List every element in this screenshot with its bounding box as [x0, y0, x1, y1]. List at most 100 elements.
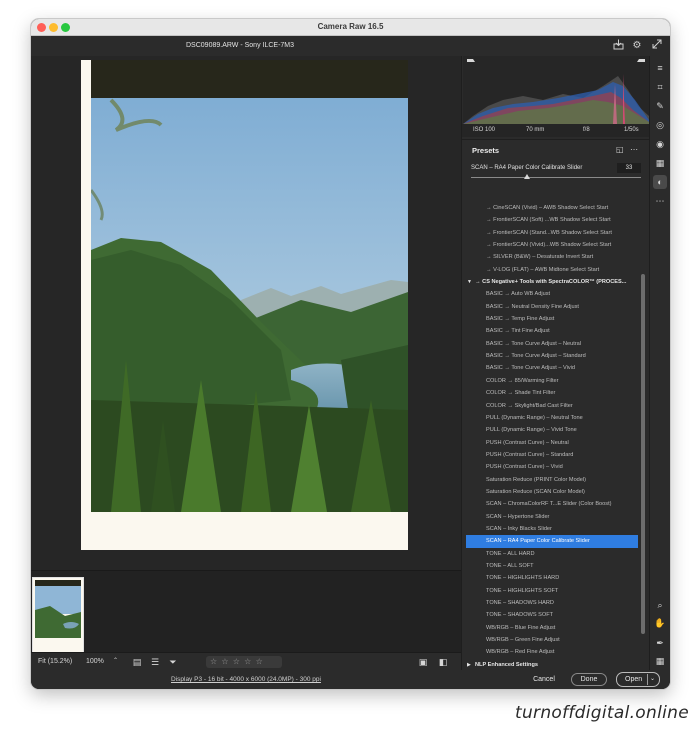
- preset-item[interactable]: TONE – HIGHLIGHTS HARD: [462, 572, 638, 584]
- red-eye-icon[interactable]: ◉: [653, 137, 667, 151]
- preset-item-label: → SILVER (B&W) – Desaturate Invert Start: [486, 254, 594, 261]
- preset-item[interactable]: WB/RGB – Red Fine Adjust: [462, 646, 638, 658]
- workflow-options-link[interactable]: Display P3 - 16 bit - 4000 x 6000 (24.0M…: [171, 676, 321, 683]
- edit-sliders-icon[interactable]: ≡: [653, 61, 667, 75]
- preset-item[interactable]: WB/RGB – Blue Fine Adjust: [462, 622, 638, 634]
- preset-amount-label: SCAN – RA4 Paper Color Calibrate Slider: [471, 165, 583, 171]
- preset-item[interactable]: Saturation Reduce (PRINT Color Model): [462, 474, 638, 486]
- preset-item-label: PUSH (Contrast Curve) – Vivid: [486, 464, 563, 471]
- preset-item[interactable]: PUSH (Contrast Curve) – Neutral: [462, 437, 638, 449]
- presets-header: Presets ◱ ⋯: [462, 139, 650, 159]
- open-options-chevron-icon[interactable]: ⌄: [650, 675, 655, 682]
- preset-item[interactable]: TONE – HIGHLIGHTS SOFT: [462, 585, 638, 597]
- crop-icon[interactable]: ⌗: [653, 80, 667, 94]
- preset-item-label: SCAN – RA4 Paper Color Calibrate Slider: [486, 538, 590, 545]
- preset-item-label: TONE – SHADOWS SOFT: [486, 612, 554, 619]
- preset-item[interactable]: PUSH (Contrast Curve) – Standard: [462, 449, 638, 461]
- preset-item[interactable]: → V-LOG (FLAT) – AWB Midtone Select Star…: [462, 264, 638, 276]
- preset-item[interactable]: SCAN – Inky Blacks Slider: [462, 523, 638, 535]
- preset-item[interactable]: TONE – SHADOWS HARD: [462, 597, 638, 609]
- zoom-icon[interactable]: ⌕: [653, 598, 667, 612]
- scrollbar-thumb[interactable]: [641, 274, 645, 634]
- preset-item[interactable]: BASIC → Auto WB Adjust: [462, 288, 638, 300]
- preset-amount-slider[interactable]: [471, 177, 641, 178]
- preset-item[interactable]: BASIC → Tone Curve Adjust – Standard: [462, 350, 638, 362]
- photo-preview[interactable]: [81, 60, 408, 550]
- zoom-100-button[interactable]: 100%: [86, 658, 104, 665]
- preset-amount-slider-thumb[interactable]: [524, 174, 531, 179]
- preset-item[interactable]: COLOR → Skylight/Bad Cast Filter: [462, 400, 638, 412]
- preset-item[interactable]: SCAN – Hypertone Slider: [462, 511, 638, 523]
- filmstrip-thumbnail[interactable]: [32, 577, 84, 653]
- preset-item[interactable]: COLOR → 85/Warming Filter: [462, 375, 638, 387]
- sampler-icon[interactable]: ✒: [653, 636, 667, 650]
- preset-item[interactable]: COLOR → Shade Tint Filter: [462, 387, 638, 399]
- open-button[interactable]: Open ⌄: [616, 672, 660, 687]
- preset-item-label: SCAN – Inky Blacks Slider: [486, 525, 552, 532]
- preset-item[interactable]: BASIC → Tone Curve Adjust – Vivid: [462, 362, 638, 374]
- preset-amount-value[interactable]: 33: [617, 163, 641, 173]
- preset-item[interactable]: PULL (Dynamic Range) – Vivid Tone: [462, 424, 638, 436]
- hand-icon[interactable]: ✋: [653, 616, 667, 630]
- zoom-dropdown-icon[interactable]: ⌃: [113, 657, 118, 664]
- filmstrip-view-icon[interactable]: ▤: [131, 656, 143, 668]
- preset-item-label: TONE – SHADOWS HARD: [486, 600, 554, 606]
- create-preset-icon[interactable]: ◱: [616, 145, 624, 154]
- save-icon[interactable]: [611, 39, 625, 53]
- disclosure-open-icon[interactable]: ▼: [467, 276, 475, 288]
- preset-item[interactable]: TONE – ALL HARD: [462, 548, 638, 560]
- preset-item[interactable]: TONE – SHADOWS SOFT: [462, 609, 638, 621]
- preset-item[interactable]: BASIC → Neutral Density Fine Adjust: [462, 301, 638, 313]
- open-button-label: Open: [625, 676, 643, 683]
- filter-icon[interactable]: ⏷: [167, 656, 179, 668]
- done-button[interactable]: Done: [571, 673, 607, 686]
- status-row: Display P3 - 16 bit - 4000 x 6000 (24.0M…: [31, 670, 670, 689]
- preset-item[interactable]: PULL (Dynamic Range) – Neutral Tone: [462, 412, 638, 424]
- compare-view-icon[interactable]: ◧: [437, 656, 449, 668]
- image-canvas[interactable]: [31, 56, 461, 570]
- preset-item-label: COLOR → Shade Tint Filter: [486, 390, 556, 397]
- camera-raw-window: Camera Raw 16.5 DSC09089.ARW - Sony ILCE…: [31, 19, 670, 689]
- preset-group[interactable]: ▶ NLP Enhanced Settings: [462, 659, 638, 668]
- preset-item[interactable]: Saturation Reduce (SCAN Color Model): [462, 486, 638, 498]
- open-button-divider: [647, 674, 648, 685]
- preset-item-label: PULL (Dynamic Range) – Vivid Tone: [486, 427, 577, 434]
- cancel-button[interactable]: Cancel: [528, 673, 560, 686]
- focal-length-value: 70 mm: [526, 127, 545, 133]
- snapshots-icon[interactable]: ▦: [653, 156, 667, 170]
- preset-list-scrollbar[interactable]: [640, 202, 646, 670]
- rating-stars[interactable]: ☆ ☆ ☆ ☆ ☆: [206, 656, 282, 668]
- preset-group[interactable]: ▼ → CS Negative+ Tools with SpectraCOLOR™…: [462, 276, 638, 288]
- preset-item-label: BASIC → Neutral Density Fine Adjust: [486, 303, 579, 310]
- preset-item[interactable]: → SILVER (B&W) – Desaturate Invert Start: [462, 251, 638, 263]
- title-bar: Camera Raw 16.5: [31, 19, 670, 36]
- preset-item[interactable]: → CineSCAN (Vivid) – AWB Shadow Select S…: [462, 202, 638, 214]
- before-after-icon[interactable]: ▣: [417, 656, 429, 668]
- preset-item[interactable]: BASIC → Tint Fine Adjust: [462, 325, 638, 337]
- preset-item[interactable]: PUSH (Contrast Curve) – Vivid: [462, 461, 638, 473]
- heal-icon[interactable]: ✎: [653, 99, 667, 113]
- preset-item-selected[interactable]: SCAN – RA4 Paper Color Calibrate Slider: [466, 535, 638, 548]
- mask-icon[interactable]: ◎: [653, 118, 667, 132]
- zoom-fit-button[interactable]: Fit (15.2%): [38, 658, 72, 665]
- preset-item[interactable]: → FrontierSCAN (Vivid)...WB Shadow Selec…: [462, 239, 638, 251]
- preset-item[interactable]: BASIC → Temp Fine Adjust: [462, 313, 638, 325]
- preset-item[interactable]: → FrontierSCAN (Stand...WB Shadow Select…: [462, 227, 638, 239]
- edit-panel: ISO 100 70 mm f/8 1/50s Presets ◱ ⋯ SCAN…: [461, 56, 650, 670]
- preset-item[interactable]: SCAN – ChromaColorRF T...E Slider (Color…: [462, 498, 638, 510]
- preset-item-label: BASIC → Tone Curve Adjust – Neutral: [486, 340, 582, 347]
- more-tools-icon[interactable]: ⋯: [653, 194, 667, 208]
- expand-icon[interactable]: [650, 39, 664, 53]
- thumbnail-image: [35, 580, 81, 650]
- more-options-icon[interactable]: ⋯: [630, 145, 638, 154]
- preset-item[interactable]: → FrontierSCAN (Soft) ...WB Shadow Selec…: [462, 214, 638, 226]
- preset-item[interactable]: TONE – ALL SOFT: [462, 560, 638, 572]
- sort-icon[interactable]: ☰: [149, 656, 161, 668]
- presets-icon[interactable]: ◐: [653, 175, 667, 189]
- disclosure-closed-icon[interactable]: ▶: [467, 659, 475, 668]
- preset-item[interactable]: WB/RGB – Green Fine Adjust: [462, 634, 638, 646]
- preset-item-label: SCAN – ChromaColorRF T...E Slider (Color…: [486, 501, 612, 508]
- preset-item[interactable]: BASIC → Tone Curve Adjust – Neutral: [462, 338, 638, 350]
- grid-icon[interactable]: ▦: [653, 654, 667, 668]
- gear-icon[interactable]: ⚙: [630, 39, 644, 53]
